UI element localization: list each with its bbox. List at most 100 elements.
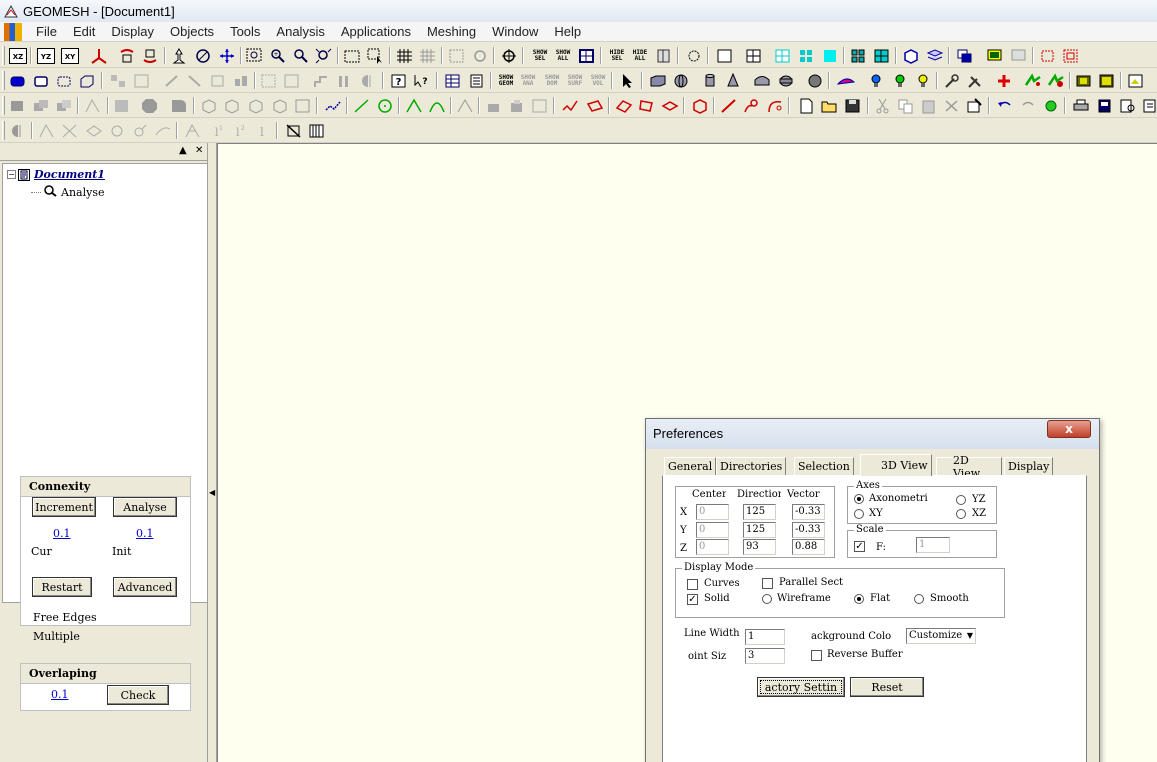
cyan-quad-icon[interactable] bbox=[797, 46, 817, 65]
z-vector-input[interactable]: 0.88 bbox=[792, 539, 825, 555]
frame-red-alt-icon[interactable] bbox=[1061, 46, 1081, 65]
solid-blue-icon[interactable] bbox=[8, 71, 28, 90]
overlap-value-link[interactable]: 0.1 bbox=[51, 688, 69, 701]
z-center-input[interactable]: 0 bbox=[696, 539, 729, 555]
mesh-gray-6-icon[interactable] bbox=[130, 121, 150, 140]
light-green-icon[interactable] bbox=[890, 71, 910, 90]
sphere-primitive-icon[interactable] bbox=[671, 71, 691, 90]
show-dom-button[interactable]: SHOW DOM bbox=[542, 71, 562, 90]
hide-all-button[interactable]: HIDE ALL bbox=[630, 46, 650, 65]
panel-yellow-1-icon[interactable] bbox=[1074, 71, 1094, 90]
menu-file[interactable]: File bbox=[28, 24, 65, 39]
cube-gray-1-icon[interactable] bbox=[199, 96, 219, 115]
z-direction-input[interactable]: 93 bbox=[743, 539, 776, 555]
document-label[interactable]: Document1 bbox=[34, 168, 105, 181]
hide-toggle-icon[interactable] bbox=[684, 46, 704, 65]
tab-3d-view[interactable]: 3D View bbox=[860, 454, 932, 476]
context-help-icon[interactable]: ? bbox=[412, 71, 432, 90]
flat-radio[interactable] bbox=[854, 594, 864, 604]
cur-value-link[interactable]: 0.1 bbox=[53, 527, 71, 540]
loft-red-icon[interactable] bbox=[614, 96, 634, 115]
bounding-box-icon[interactable] bbox=[447, 46, 467, 65]
increment-button[interactable]: Increment bbox=[32, 497, 96, 517]
cylinder-primitive-icon[interactable] bbox=[700, 71, 720, 90]
panel-yellow-2-icon[interactable] bbox=[1097, 71, 1117, 90]
hide-sel-button[interactable]: HIDE SEL bbox=[607, 46, 627, 65]
loop-red-icon[interactable] bbox=[742, 96, 762, 115]
show-vol-button[interactable]: SHOW VOL bbox=[588, 71, 608, 90]
curves-checkbox[interactable] bbox=[687, 579, 698, 590]
mesh-gray-4-icon[interactable] bbox=[84, 121, 104, 140]
delete-icon[interactable] bbox=[942, 96, 962, 115]
analyse-button[interactable]: Analyse bbox=[113, 497, 177, 517]
tile-alt-icon[interactable] bbox=[872, 46, 892, 65]
redo-icon[interactable] bbox=[1018, 96, 1038, 115]
show-all-button[interactable]: SHOW ALL bbox=[553, 46, 573, 65]
mesh-gray-2-icon[interactable] bbox=[37, 121, 57, 140]
smooth-radio[interactable] bbox=[914, 594, 924, 604]
tab-2d-view[interactable]: 2D View bbox=[936, 454, 1002, 480]
arc-green-2-icon[interactable] bbox=[427, 96, 447, 115]
cyan-solid-icon[interactable] bbox=[820, 46, 840, 65]
power-1-icon[interactable]: l1 bbox=[206, 121, 226, 140]
x-vector-input[interactable]: -0.33 bbox=[792, 504, 825, 520]
close-button[interactable]: x bbox=[1047, 420, 1091, 438]
tree-node-analyse[interactable]: Analyse bbox=[31, 184, 104, 200]
face-gray-1-icon[interactable] bbox=[8, 96, 28, 115]
axes-xy-radio[interactable] bbox=[854, 509, 864, 519]
select-window-icon[interactable] bbox=[343, 46, 363, 65]
quad-view-icon[interactable] bbox=[744, 46, 764, 65]
monitor-icon[interactable] bbox=[985, 46, 1005, 65]
mesh-gray-3-icon[interactable] bbox=[60, 121, 80, 140]
coons-red-icon[interactable] bbox=[660, 96, 680, 115]
surface-red-icon[interactable] bbox=[585, 96, 605, 115]
length-icon[interactable]: l bbox=[253, 121, 273, 140]
tree-node-document[interactable]: − Document1 bbox=[7, 168, 105, 181]
restart-button[interactable]: Restart bbox=[32, 577, 92, 597]
line-width-input[interactable]: 1 bbox=[745, 629, 785, 645]
zoom-out-icon[interactable] bbox=[291, 46, 311, 65]
pan-icon[interactable] bbox=[169, 46, 189, 65]
y-vector-input[interactable]: -0.33 bbox=[792, 522, 825, 538]
tab-directories[interactable]: Directories bbox=[716, 457, 787, 475]
tab-display[interactable]: Display bbox=[1004, 457, 1054, 475]
group-gray-2-icon[interactable] bbox=[132, 71, 152, 90]
list-icon[interactable] bbox=[467, 71, 487, 90]
scale-checkbox[interactable]: ✓ bbox=[854, 541, 865, 552]
view-xy-button[interactable]: XY bbox=[60, 46, 80, 65]
show-surf-button[interactable]: SHOW SURF bbox=[565, 71, 585, 90]
rotate-y-icon[interactable] bbox=[140, 46, 160, 65]
panel-splitter[interactable]: ◀ bbox=[207, 143, 217, 762]
menu-edit[interactable]: Edit bbox=[65, 24, 103, 39]
menu-tools[interactable]: Tools bbox=[222, 24, 268, 39]
axes-xz-radio[interactable] bbox=[956, 509, 966, 519]
view-xz-button[interactable]: XZ bbox=[8, 46, 28, 65]
volume-red-icon[interactable] bbox=[690, 96, 710, 115]
undo-icon[interactable] bbox=[995, 96, 1015, 115]
cube-gray-2-icon[interactable] bbox=[222, 96, 242, 115]
monitor-gray-icon[interactable] bbox=[1009, 46, 1029, 65]
mesh-green-icon[interactable] bbox=[1023, 71, 1043, 90]
tile-icon[interactable] bbox=[849, 46, 869, 65]
grid-gray-icon[interactable] bbox=[418, 46, 438, 65]
menu-objects[interactable]: Objects bbox=[162, 24, 222, 39]
collapse-up-icon[interactable]: ▲ bbox=[179, 145, 187, 156]
wire-shell-icon[interactable] bbox=[54, 71, 74, 90]
rotate-x-icon[interactable] bbox=[117, 46, 137, 65]
plane-icon[interactable] bbox=[836, 71, 856, 90]
point-size-input[interactable]: 3 bbox=[745, 648, 785, 664]
run-icon[interactable] bbox=[1041, 96, 1061, 115]
expand-minus-icon[interactable]: − bbox=[7, 170, 16, 179]
y-direction-input[interactable]: 125 bbox=[743, 522, 776, 538]
arrow-gray-3-icon[interactable] bbox=[208, 71, 228, 90]
show-grid-icon[interactable] bbox=[577, 46, 597, 65]
help-icon[interactable]: ? bbox=[389, 71, 409, 90]
axes-yz-radio[interactable] bbox=[956, 495, 966, 505]
layers-icon[interactable] bbox=[925, 46, 945, 65]
tools-icon[interactable] bbox=[965, 71, 985, 90]
frame-gray-1-icon[interactable] bbox=[259, 71, 279, 90]
step-gray-icon[interactable] bbox=[312, 71, 332, 90]
factory-settings-button[interactable]: actory Settin bbox=[757, 677, 845, 697]
preferences-title-bar[interactable]: Preferences bbox=[646, 419, 1099, 449]
x-direction-input[interactable]: 125 bbox=[743, 504, 776, 520]
